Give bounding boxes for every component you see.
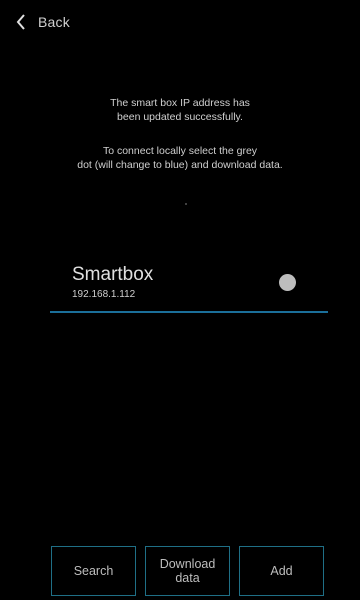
add-button-label: Add (270, 564, 293, 578)
instructions-text: To connect locally select the grey dot (… (77, 145, 283, 171)
back-button[interactable]: Back (14, 12, 70, 32)
top-bar: Back (0, 0, 360, 46)
success-message: The smart box IP address has been update… (0, 96, 360, 124)
instructions-message: To connect locally select the grey dot (… (0, 144, 360, 172)
download-data-button[interactable]: Download data (145, 546, 230, 596)
decorative-dot (185, 203, 187, 205)
back-label: Back (38, 14, 70, 30)
search-button-label: Search (73, 564, 114, 578)
search-button[interactable]: Search (51, 546, 136, 596)
device-ip: 192.168.1.112 (72, 289, 136, 300)
success-message-text: The smart box IP address has been update… (110, 97, 250, 123)
device-name: Smartbox (72, 264, 154, 285)
connection-status-dot[interactable] (279, 274, 296, 291)
device-list-item[interactable]: Smartbox 192.168.1.112 (50, 262, 328, 314)
device-divider (50, 311, 328, 313)
add-button[interactable]: Add (239, 546, 324, 596)
download-data-button-label: Download data (159, 557, 216, 585)
chevron-left-icon (14, 12, 28, 32)
